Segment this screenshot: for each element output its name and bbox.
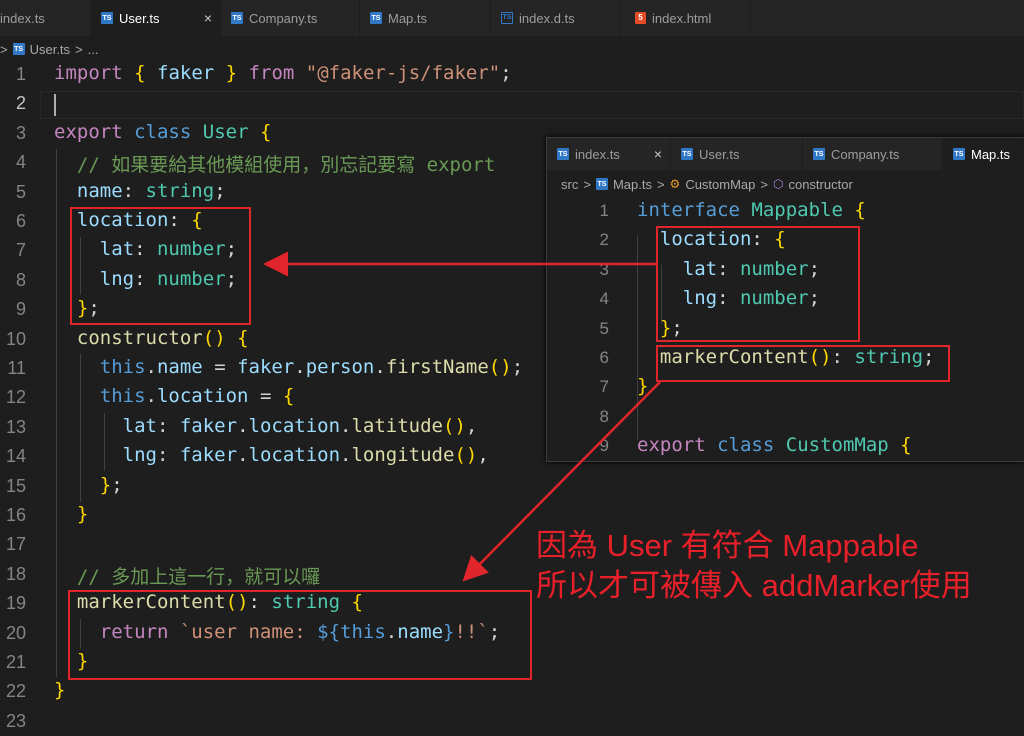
annotation-line-1: 因為 User 有符合 Mappable (536, 528, 919, 563)
annotation-arrows (263, 251, 661, 582)
annotation-line-2: 所以才可被傳入 addMarker使用 (536, 568, 972, 603)
